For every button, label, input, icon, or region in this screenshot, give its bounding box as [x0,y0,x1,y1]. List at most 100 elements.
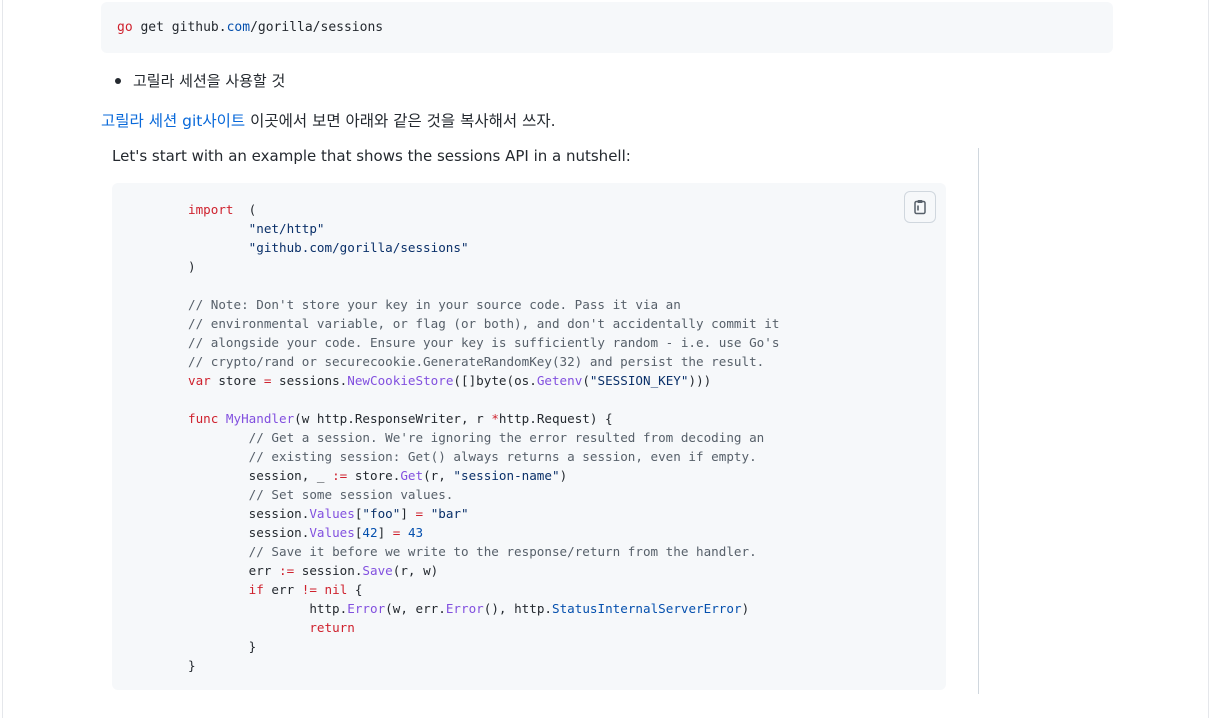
code-token: // existing session: Get() always return… [248,449,757,464]
go-keyword: go [117,20,133,35]
code-token: Getenv [536,373,583,388]
code-token: NewCookieStore [347,373,454,388]
code-token: ) [559,468,568,483]
code-block: import ( "net/http" "github.com/gorilla/… [112,183,946,690]
list-item-text: 고릴라 세션을 사용할 것 [133,72,286,90]
code-token: Values [309,525,355,540]
code-token: ( [582,373,590,388]
code-token: "bar" [430,506,469,521]
code-line: // Save it before we write to the respon… [188,544,757,559]
code-token: var [188,373,211,388]
code-token: "net/http" [248,221,325,236]
code-token: ) [741,601,750,616]
code-token: Values [309,506,355,521]
code-token: := [279,563,295,578]
code-token: nil [324,582,348,597]
code-token: session. [294,563,363,578]
code-token: http.Request) { [498,411,613,426]
code-token: Error [347,601,386,616]
code-token: StatusInternalServerError [552,601,742,616]
code-token: err [263,582,302,597]
code-token: Save [362,563,393,578]
code-token: err [188,563,279,578]
code-line: // crypto/rand or securecookie.GenerateR… [188,354,764,369]
code-line: // Note: Don't store your key in your so… [188,297,681,312]
code-token: (), http. [483,601,552,616]
code-token: MyHandler [218,411,295,426]
code-line: } [188,639,257,654]
code-line: session.Values["foo"] = "bar" [188,506,469,521]
paragraph: 고릴라 세션 git사이트 이곳에서 보면 아래와 같은 것을 복사해서 쓰자. [101,110,556,132]
command-text-suffix: /gorilla/sessions [250,20,384,35]
code-token: ([]byte(os. [453,373,537,388]
code-token: := [332,468,348,483]
code-line: session.Values[42] = 43 [188,525,423,540]
code-token: } [188,639,257,654]
code-line: return [188,620,355,635]
code-token: session. [188,525,310,540]
code-line: // environmental variable, or flag (or b… [188,316,779,331]
code-token: // Save it before we write to the respon… [248,544,757,559]
code-line: // Get a session. We're ignoring the err… [188,430,765,445]
code-token: store [210,373,264,388]
code-line: // existing session: Get() always return… [188,449,757,464]
code-token: Get [400,468,424,483]
code-token: "github.com/gorilla/sessions" [248,240,469,255]
code-token: ] [400,506,416,521]
code-token: * [491,411,499,426]
code-line: http.Error(w, err.Error(), http.StatusIn… [188,601,749,616]
code-token: return [309,620,355,635]
code-line: session, _ := store.Get(r, "session-name… [188,468,568,483]
code-token: import [188,202,234,217]
code-token: != [301,582,317,597]
code-token: 42 [362,525,378,540]
code-token: ))) [688,373,712,388]
code-token: "foo" [362,506,401,521]
code-token: ( [233,202,257,217]
code-token: session, _ [188,468,333,483]
code-line: func MyHandler(w http.ResponseWriter, r … [188,411,613,426]
code-token: = [415,506,424,521]
code-line: // Set some session values. [188,487,454,502]
copy-button[interactable] [904,191,936,223]
code-line: // alongside your code. Ensure your key … [188,335,779,350]
code-line: err := session.Save(r, w) [188,563,439,578]
code-token: "session-name" [453,468,560,483]
code-line: "github.com/gorilla/sessions" [188,240,469,255]
command-text-prefix: get github. [132,20,227,35]
code-token: func [188,411,219,426]
code-token: // Note: Don't store your key in your so… [188,297,681,312]
code-token: (r, w) [392,563,439,578]
code-line: import ( [188,202,256,217]
quote-intro-text: Let's start with an example that shows t… [112,147,631,165]
code-line: var store = sessions.NewCookieStore([]by… [188,373,711,388]
code-token: (r, [423,468,454,483]
code-line: "net/http" [188,221,325,236]
code-token: 43 [407,525,424,540]
code-token: ) [188,259,196,274]
quote-border [978,148,979,694]
bullet-dot-icon [115,78,121,84]
code-token: } [188,658,196,673]
code-content: import ( "net/http" "github.com/gorilla/… [188,200,779,675]
code-line: if err != nil { [188,582,363,597]
code-token: { [347,582,363,597]
code-token: // Get a session. We're ignoring the err… [248,430,765,445]
code-token: Error [445,601,484,616]
code-token: "SESSION_KEY" [589,373,689,388]
code-token: (w, err. [385,601,446,616]
code-token: // environmental variable, or flag (or b… [188,316,780,331]
install-command: go get github.com/gorilla/sessions [117,19,383,36]
gorilla-sessions-link[interactable]: 고릴라 세션 git사이트 [101,112,245,130]
